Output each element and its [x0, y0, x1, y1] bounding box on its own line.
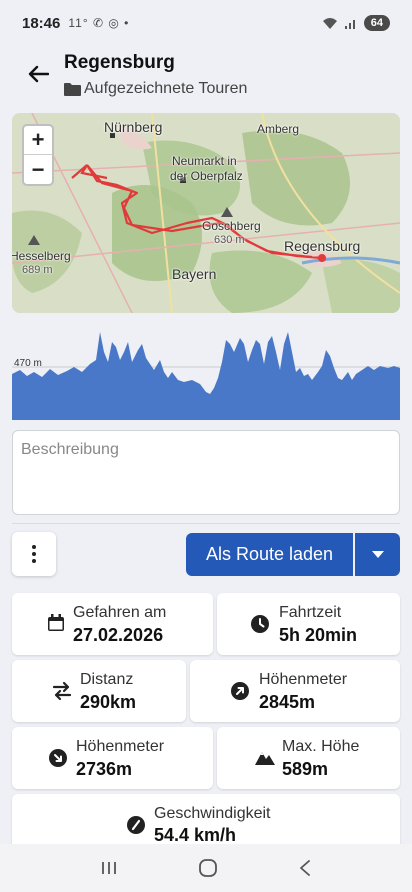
stat-speed-label: Geschwindigkeit	[154, 805, 271, 822]
route-dropdown-button[interactable]	[355, 533, 400, 576]
stat-descent-label: Höhenmeter	[76, 738, 165, 755]
map-label-bayern: Bayern	[172, 266, 217, 282]
load-as-route-button[interactable]: Als Route laden	[186, 533, 353, 576]
stat-max-height-label: Max. Höhe	[282, 738, 360, 755]
back-nav-icon[interactable]	[298, 859, 312, 877]
more-vertical-icon	[32, 545, 36, 563]
stat-distance-label: Distanz	[80, 671, 134, 688]
elevation-profile[interactable]: 470 m	[12, 322, 400, 422]
folder-icon	[64, 83, 81, 96]
arrow-left-icon	[28, 65, 49, 83]
stat-distance-value: 290km	[80, 692, 137, 712]
stat-duration-value: 5h 20min	[279, 625, 358, 645]
map-label-neumarkt-2: der Oberpfalz	[170, 169, 243, 183]
description-placeholder: Beschreibung	[21, 441, 119, 458]
calendar-icon	[48, 614, 64, 631]
elevation-max-label: 470 m	[14, 358, 42, 369]
status-time: 18:46	[22, 14, 61, 32]
page-title: Regensburg	[64, 52, 175, 73]
stat-ascent-label: Höhenmeter	[259, 671, 348, 688]
map-label-nuernberg: Nürnberg	[104, 119, 163, 135]
map-canvas	[12, 113, 400, 313]
description-input[interactable]: Beschreibung	[12, 430, 400, 515]
speedometer-icon	[127, 816, 145, 834]
arrow-up-right-icon	[231, 682, 249, 700]
system-nav-bar	[0, 844, 412, 892]
stat-card-duration: Fahrtzeit 5h 20min	[217, 593, 400, 655]
back-button[interactable]	[24, 60, 52, 88]
stat-card-distance: Distanz 290km	[12, 660, 186, 722]
stat-date-value: 27.02.2026	[73, 625, 164, 645]
wifi-icon	[322, 18, 337, 29]
notification-icons: 11° ✆ ◎ •	[68, 16, 130, 30]
app-header: Regensburg Aufgezeichnete Touren	[0, 50, 412, 106]
map-zoom-control: + −	[22, 124, 54, 186]
battery-indicator: 64	[363, 15, 390, 31]
elevation-chart	[12, 332, 400, 420]
zoom-in-button[interactable]: +	[24, 126, 52, 155]
elevation-area	[12, 332, 400, 420]
stat-max-height-value: 589m	[282, 759, 329, 779]
route-map[interactable]: + − Nürnberg Amberg Neumarkt in der Ober…	[12, 113, 400, 313]
map-label-goschberg: Goschberg	[202, 219, 261, 233]
map-label-goschberg-height: 630 m	[214, 234, 245, 246]
map-label-neumarkt-1: Neumarkt in	[172, 154, 237, 168]
map-label-amberg: Amberg	[257, 122, 300, 136]
mountain-icon	[255, 752, 275, 765]
map-label-regensburg: Regensburg	[284, 238, 361, 254]
divider	[12, 523, 400, 524]
clock-icon	[251, 615, 269, 633]
stat-card-descent: Höhenmeter 2736m	[12, 727, 213, 789]
home-icon[interactable]	[198, 858, 218, 878]
zoom-out-button[interactable]: −	[24, 155, 52, 184]
status-bar: 18:46 11° ✆ ◎ • 64	[0, 0, 412, 46]
stat-card-max-height: Max. Höhe 589m	[217, 727, 400, 789]
caret-down-icon	[371, 551, 384, 558]
arrow-down-right-icon	[49, 749, 67, 767]
subtitle-text: Aufgezeichnete Touren	[84, 80, 248, 97]
swap-arrows-icon	[52, 681, 72, 701]
stat-date-label: Gefahren am	[73, 604, 167, 621]
recent-apps-icon[interactable]	[100, 860, 118, 876]
more-options-button[interactable]	[12, 532, 56, 576]
page-subtitle: Aufgezeichnete Touren	[64, 80, 247, 98]
stat-ascent-value: 2845m	[259, 692, 316, 712]
signal-icon	[344, 20, 355, 29]
map-label-hesselberg-height: 689 m	[22, 264, 53, 276]
stat-speed-value: 54.4 km/h	[154, 825, 237, 845]
stat-card-date: Gefahren am 27.02.2026	[12, 593, 213, 655]
stat-duration-label: Fahrtzeit	[279, 604, 342, 621]
stat-descent-value: 2736m	[76, 759, 133, 779]
map-label-hesselberg: Hesselberg	[12, 249, 71, 263]
stat-card-ascent: Höhenmeter 2845m	[190, 660, 400, 722]
status-right: 64	[322, 15, 390, 31]
